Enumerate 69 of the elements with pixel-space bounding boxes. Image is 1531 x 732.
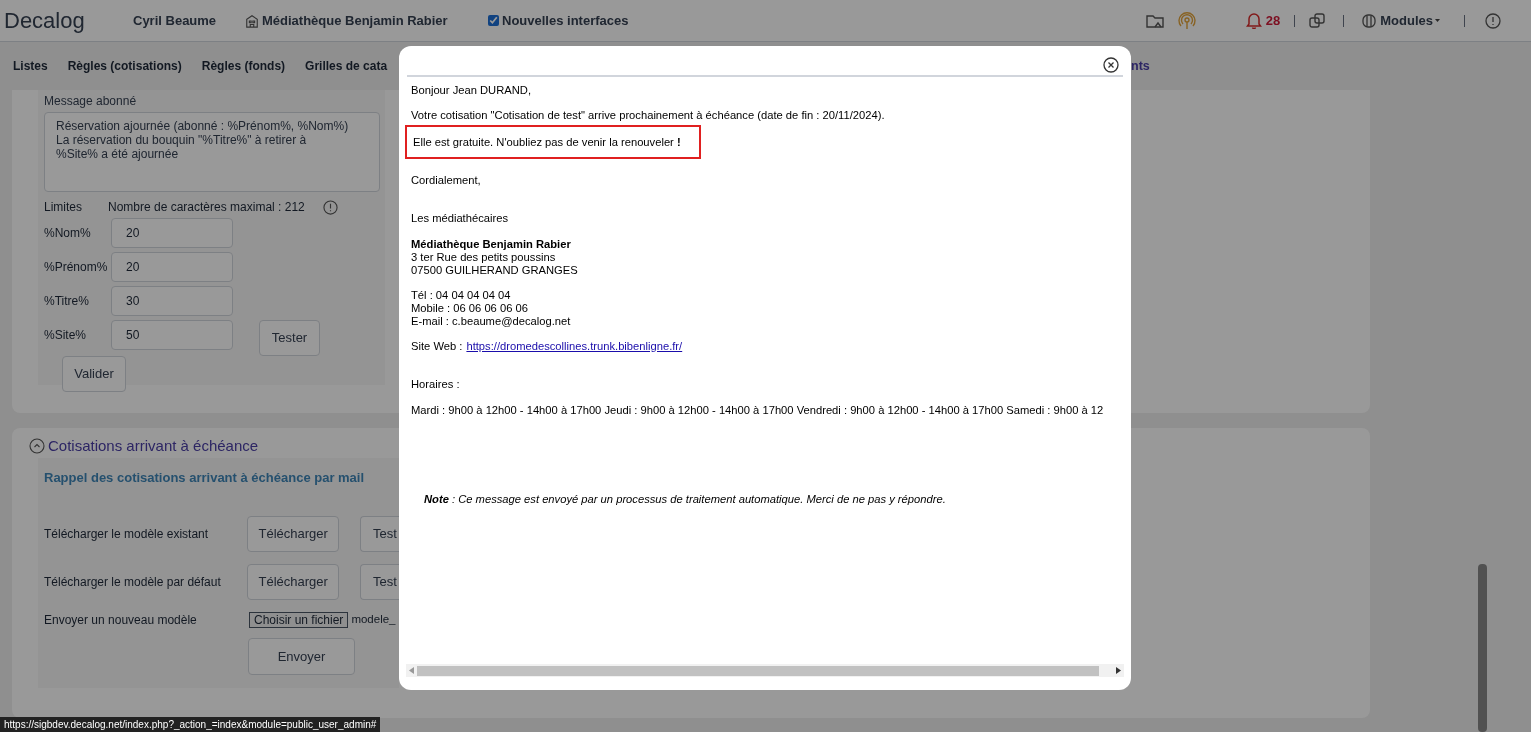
section-title: Cotisations arrivant à échéance <box>48 436 259 456</box>
validate-button[interactable]: Valider <box>62 356 126 392</box>
file-name: modele_ <box>351 612 396 628</box>
email-text: Horaires : <box>411 377 461 391</box>
send-button[interactable]: Envoyer <box>248 638 355 675</box>
max-characters-text: Nombre de caractères maximal : 212 <box>108 199 305 216</box>
section-subtitle: Rappel des cotisations arrivant à échéance par mail <box>44 468 366 487</box>
row-label: Télécharger le modèle existant <box>44 526 210 543</box>
website-link[interactable]: https://dromedescollines.trunk.bibenligne.fr/ <box>466 339 683 353</box>
highlighted-text: Elle est gratuite. N'oubliez pas de venir la renouveler ! <box>405 125 701 159</box>
checkbox-label: Nouvelles interfaces <box>502 11 629 30</box>
modules-menu[interactable]: Modules <box>1380 10 1440 31</box>
email-text: Les médiathécaires <box>411 211 509 225</box>
info-icon[interactable] <box>1485 12 1501 29</box>
limit-label: %Prénom% <box>44 259 109 276</box>
choose-file-button[interactable]: Choisir un fichier <box>249 612 349 628</box>
tab[interactable]: nts <box>1131 56 1150 76</box>
download-button[interactable]: Télécharger <box>247 564 340 600</box>
copy-icon[interactable] <box>1309 12 1326 29</box>
test-button[interactable]: Tester <box>259 320 320 356</box>
scroll-right-icon[interactable] <box>1116 667 1121 674</box>
limit-input[interactable]: 20 <box>111 218 233 248</box>
tab[interactable]: Règles (cotisations) <box>67 57 182 75</box>
download-button[interactable]: Télécharger <box>247 516 340 552</box>
test-button[interactable]: Test <box>360 516 399 552</box>
website-label: Site Web : <box>411 339 463 353</box>
bell-icon[interactable] <box>1245 12 1262 29</box>
limits-label: Limites <box>44 199 83 216</box>
scroll-left-icon[interactable] <box>409 667 414 674</box>
row-label: Télécharger le modèle par défaut <box>44 574 222 591</box>
library-name: Médiathèque Benjamin Rabier <box>411 237 572 251</box>
tab[interactable]: Règles (fonds) <box>201 57 286 75</box>
contact-line: Mobile : 06 06 06 06 06 <box>411 302 529 315</box>
opening-hours: Mardi : 9h00 à 12h00 - 14h00 à 17h00 Jeudi : 9h00 à 12h00 - 14h00 à 17h00 Vendredi : 9h00 à 12h00 - 14h00 à 17h00 Samedi : 9h00 à 12 <box>411 403 1105 417</box>
logo[interactable]: Decalog <box>4 4 133 37</box>
user-name[interactable]: Cyril Beaume <box>133 10 245 31</box>
limit-label: %Site% <box>44 327 88 344</box>
tab[interactable]: Grilles de cata <box>305 57 388 75</box>
message-textarea[interactable]: Réservation ajournée (abonné : %Prénom%, %Nom%) La réservation du bouquin "%Titre%" à retirer à %Site% a été ajournée <box>44 112 380 192</box>
limit-input[interactable]: 50 <box>111 320 233 350</box>
address-line: 07500 GUILHERAND GRANGES <box>411 264 579 277</box>
collapse-icon[interactable] <box>29 438 45 455</box>
note-text: Note : Ce message est envoyé par un processus de traitement automatique. Merci de ne pas y répondre. <box>424 492 947 506</box>
status-url: https://sigbdev.decalog.net/index.php?_action_=index&module=public_user_admin# <box>0 717 381 732</box>
scrollbar-thumb[interactable] <box>1478 564 1487 732</box>
close-icon[interactable] <box>1103 57 1119 73</box>
email-text: Bonjour Jean DURAND, <box>411 83 532 97</box>
new-interfaces-checkbox[interactable] <box>488 15 499 26</box>
contact-line: Tél : 04 04 04 04 04 <box>411 289 512 302</box>
horizontal-scrollbar[interactable] <box>406 664 1124 677</box>
notification-count[interactable]: 28 <box>1265 10 1281 31</box>
library-icon <box>245 13 259 28</box>
caret-icon <box>1435 19 1440 22</box>
folder-icon[interactable] <box>1145 12 1164 29</box>
limit-label: %Titre% <box>44 293 90 310</box>
field-label: Message abonné <box>44 93 138 110</box>
library-name[interactable]: Médiathèque Benjamin Rabier <box>262 10 488 31</box>
email-text: Cordialement, <box>411 173 482 187</box>
test-button[interactable]: Test <box>360 564 399 600</box>
email-text: Votre cotisation "Cotisation de test" arrive prochainement à échéance (date de fin : 20/11/2024). <box>411 108 886 122</box>
contact-line: E-mail : c.beaume@decalog.net <box>411 315 572 328</box>
cube-icon[interactable] <box>1362 13 1377 28</box>
info-icon[interactable] <box>322 199 338 215</box>
row-label: Envoyer un nouveau modèle <box>44 612 198 629</box>
limit-input[interactable]: 20 <box>111 252 233 282</box>
tab[interactable]: Listes <box>13 57 48 75</box>
limit-input[interactable]: 30 <box>111 286 233 316</box>
address-line: 3 ter Rue des petits poussins <box>411 251 557 264</box>
limit-label: %Nom% <box>44 225 92 242</box>
